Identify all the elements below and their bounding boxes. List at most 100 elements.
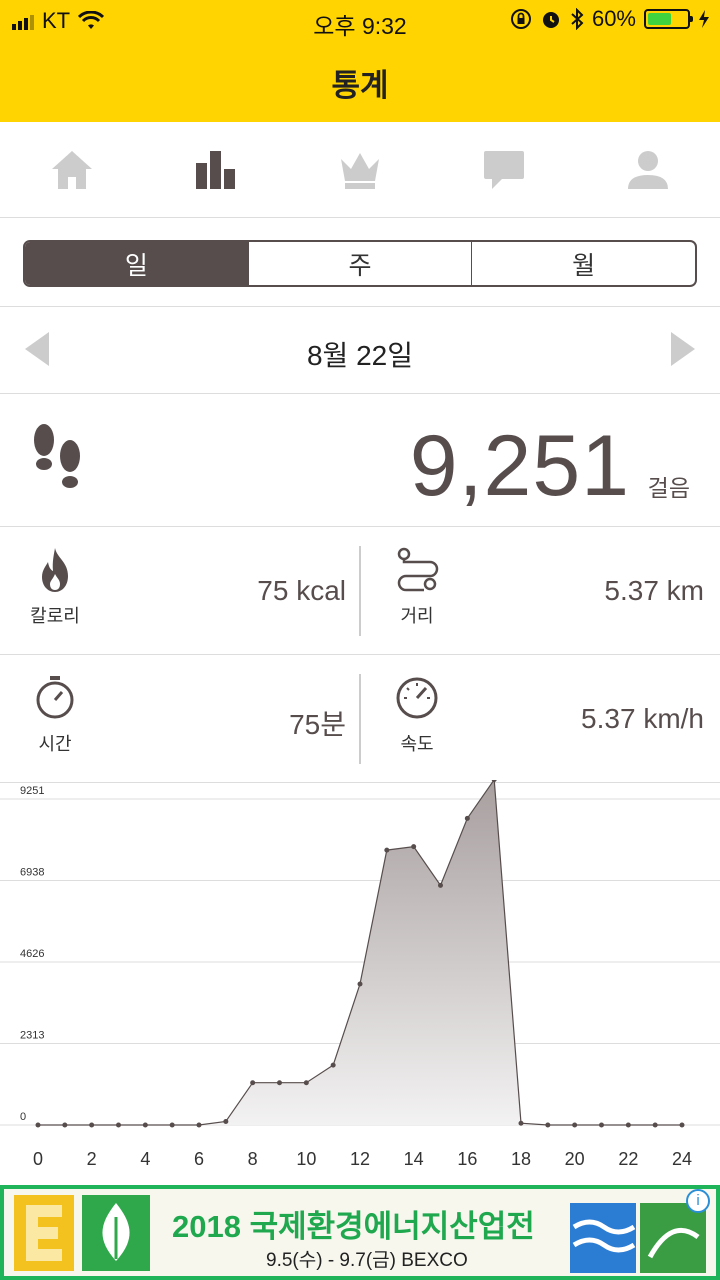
battery-icon [644, 9, 693, 29]
chart-svg: 02313462669389251 0 2 4 6 8 10 12 14 16 18 20 22 24 [0, 777, 720, 1169]
chart-data-point [572, 1122, 578, 1128]
x-tick-label: 14 [404, 1149, 424, 1169]
charging-icon [699, 10, 709, 28]
person-icon [628, 150, 668, 189]
chart-data-point [62, 1122, 68, 1128]
x-tick-label: 6 [194, 1149, 204, 1169]
chart-data-point [545, 1122, 551, 1128]
chart-data-point [384, 847, 390, 853]
chart-data-point [411, 844, 417, 850]
period-selector-row: 일 주 월 [0, 219, 720, 307]
stats-divider [359, 674, 361, 764]
ad-banner[interactable]: 2018 국제환경에너지산업전 9.5(수) - 9.7(금) BEXCO i [0, 1185, 720, 1280]
stopwatch-icon [36, 676, 74, 719]
speed-value: 5.37 km/h [581, 703, 704, 734]
ad-subtitle: 9.5(수) - 9.7(금) BEXCO [266, 1250, 468, 1271]
route-icon [397, 547, 439, 592]
x-tick-label: 4 [140, 1149, 150, 1169]
y-tick-label: 4626 [20, 948, 44, 960]
x-tick-label: 22 [618, 1149, 638, 1169]
distance-value: 5.37 km [604, 575, 704, 606]
chart-data-point [169, 1122, 175, 1128]
alarm-icon [542, 12, 559, 28]
y-tick-label: 6938 [20, 867, 44, 879]
calories-value: 75 kcal [257, 575, 346, 606]
date-label: 8월 22일 [306, 340, 414, 371]
chart-data-point [303, 1080, 309, 1086]
steps-count: 9,251 [409, 418, 630, 514]
x-tick-label: 2 [87, 1149, 97, 1169]
tab-ranking[interactable] [288, 122, 432, 217]
app-header: KT 오후 9:32 60% 통계 [0, 0, 720, 122]
tab-messages[interactable] [432, 122, 576, 217]
chart-data-point [599, 1122, 604, 1128]
chart-data-point [35, 1122, 41, 1128]
nav-tabs [0, 122, 720, 218]
period-month-button[interactable]: 월 [471, 242, 695, 285]
x-tick-label: 18 [511, 1149, 531, 1169]
tab-stats[interactable] [144, 122, 288, 217]
crown-icon [341, 152, 379, 189]
chat-bubble-icon [484, 150, 524, 189]
time-value: 75분 [289, 709, 346, 740]
chart-area-fill [38, 779, 682, 1125]
steps-unit: 걸음 [647, 475, 690, 501]
chart-data-point [223, 1118, 229, 1124]
hourly-steps-chart: 0 2313 4626 6938 9251 0 2 4 6 8 10 12 14 16 18 20 22 24 [0, 777, 720, 1185]
stats-divider [359, 546, 361, 636]
y-tick-label: 0 [20, 1111, 26, 1123]
calories-stat: 칼로리 75 kcal [30, 528, 350, 655]
footprints-icon [34, 424, 80, 488]
next-date-arrow-icon[interactable] [671, 332, 695, 366]
period-day-button[interactable]: 일 [25, 242, 248, 285]
status-bar: KT 오후 9:32 60% [0, 0, 720, 40]
page-title: 통계 [331, 68, 389, 103]
x-tick-label: 16 [457, 1149, 477, 1169]
chart-data-point [250, 1080, 256, 1086]
chart-data-point [438, 882, 443, 888]
steps-panel: 9,251 걸음 [0, 395, 720, 527]
period-week-button[interactable]: 주 [247, 242, 472, 285]
x-tick-label: 10 [296, 1149, 316, 1169]
chart-data-point [116, 1122, 121, 1128]
bar-chart-icon [196, 150, 235, 189]
x-tick-label: 12 [350, 1149, 370, 1169]
stats-row-1: 칼로리 75 kcal 거리 5.37 km [0, 528, 720, 655]
chart-data-point [142, 1122, 148, 1128]
chart-data-point [89, 1122, 95, 1128]
stats-row-2: 시간 75분 속도 5.37 km/h [0, 656, 720, 783]
x-tick-label: 0 [33, 1149, 43, 1169]
time-stat: 시간 75분 [30, 656, 350, 783]
chart-data-point [196, 1122, 202, 1128]
chart-data-point [330, 1062, 336, 1068]
expo-logo-icon [14, 1195, 150, 1271]
distance-label: 거리 [400, 606, 434, 626]
home-icon [52, 150, 92, 189]
y-tick-label: 9251 [20, 785, 44, 797]
chart-data-point [277, 1080, 282, 1086]
speed-label: 속도 [400, 734, 434, 754]
chart-data-point [679, 1122, 685, 1128]
chart-data-point [464, 815, 470, 821]
distance-stat: 거리 5.37 km [392, 528, 704, 655]
chart-data-point [625, 1122, 631, 1128]
y-tick-label: 2313 [20, 1029, 44, 1041]
speedometer-icon [396, 677, 438, 719]
date-navigator: 8월 22일 [0, 308, 720, 394]
ad-info-icon[interactable]: i [686, 1189, 710, 1213]
x-tick-label: 24 [672, 1149, 692, 1169]
period-selector: 일 주 월 [23, 240, 697, 287]
chart-data-point [518, 1120, 524, 1126]
x-tick-label: 8 [248, 1149, 258, 1169]
rotation-lock-icon [510, 9, 531, 29]
time-label: 시간 [38, 734, 72, 754]
x-tick-label: 20 [565, 1149, 585, 1169]
speed-stat: 속도 5.37 km/h [392, 656, 704, 783]
calories-label: 칼로리 [30, 606, 80, 626]
tab-profile[interactable] [576, 122, 720, 217]
bluetooth-icon [571, 8, 584, 30]
chart-data-point [357, 981, 363, 987]
tab-home[interactable] [0, 122, 144, 217]
chart-data-point [652, 1122, 658, 1128]
flame-icon [42, 548, 68, 592]
